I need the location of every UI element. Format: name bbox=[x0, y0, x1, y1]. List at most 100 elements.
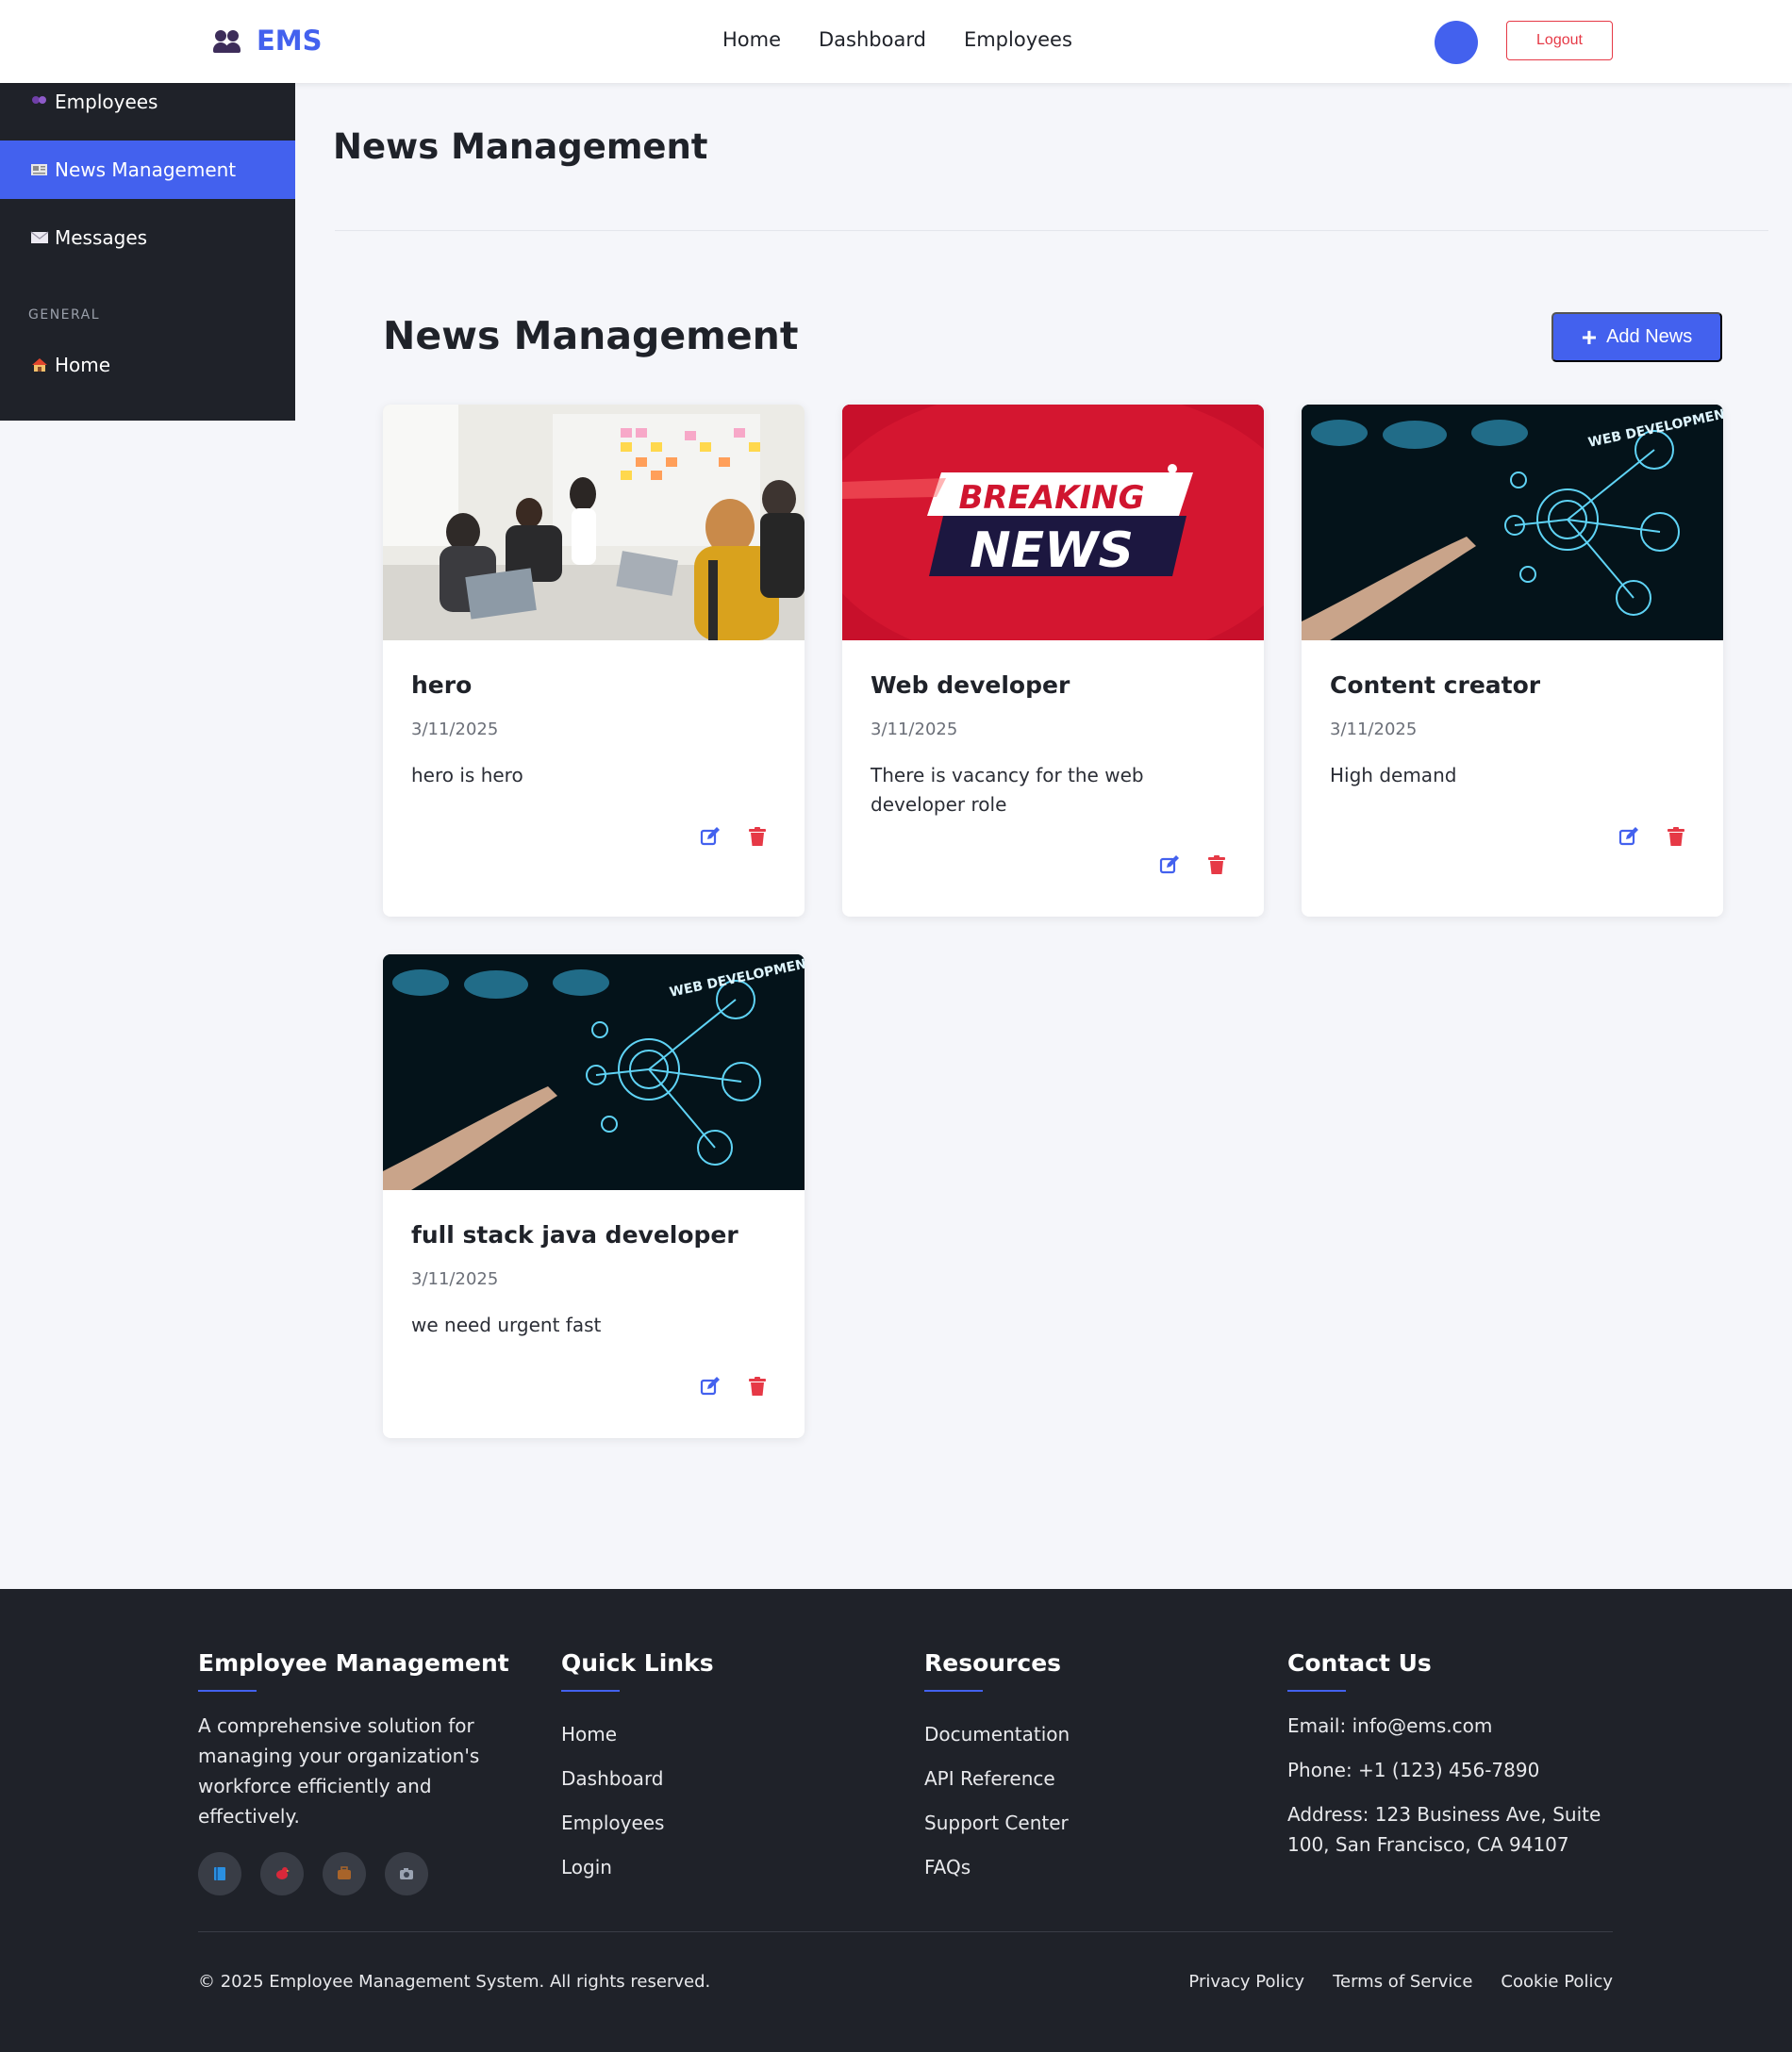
trash-icon[interactable] bbox=[746, 825, 769, 848]
main-nav: Home Dashboard Employees bbox=[722, 28, 1072, 51]
quick-links-list: Home Dashboard Employees Login bbox=[561, 1713, 714, 1890]
news-card: hero 3/11/2025 hero is hero bbox=[383, 405, 805, 917]
news-card: BREAKING NEWS Web developer 3/11/2025 Th… bbox=[842, 405, 1264, 917]
users-icon bbox=[211, 26, 243, 55]
logout-button[interactable]: Logout bbox=[1506, 21, 1613, 60]
contact-email: Email: info@ems.com bbox=[1287, 1714, 1493, 1737]
news-card: WEB DEVELOPMENT full stack java develope… bbox=[383, 954, 805, 1438]
sidebar-item-label: Messages bbox=[55, 226, 148, 249]
card-date: 3/11/2025 bbox=[871, 720, 958, 739]
bird-icon[interactable] bbox=[260, 1852, 304, 1895]
house-icon bbox=[32, 358, 47, 372]
card-description: hero is hero bbox=[411, 764, 523, 786]
trash-icon[interactable] bbox=[746, 1375, 769, 1398]
sidebar-item-label: Employees bbox=[55, 91, 158, 113]
brand-name: EMS bbox=[257, 25, 323, 57]
divider bbox=[335, 230, 1768, 231]
plus-icon: + bbox=[1581, 322, 1598, 352]
camera-icon[interactable] bbox=[385, 1852, 428, 1895]
card-date: 3/11/2025 bbox=[1330, 720, 1418, 739]
newspaper-icon bbox=[31, 164, 47, 175]
heading-underline bbox=[1287, 1690, 1346, 1692]
footer-heading: Quick Links bbox=[561, 1649, 714, 1677]
card-actions bbox=[1618, 825, 1687, 848]
edit-icon[interactable] bbox=[1158, 853, 1181, 876]
card-title: hero bbox=[411, 671, 473, 699]
copyright: © 2025 Employee Management System. All r… bbox=[198, 1972, 711, 1992]
footer-link-dashboard[interactable]: Dashboard bbox=[561, 1757, 714, 1801]
web-development-image: WEB DEVELOPMENT bbox=[383, 954, 805, 1190]
sidebar-section-general: GENERAL bbox=[28, 307, 101, 323]
footer-link-documentation[interactable]: Documentation bbox=[924, 1713, 1070, 1757]
card-date: 3/11/2025 bbox=[411, 1269, 499, 1289]
footer-heading: Resources bbox=[924, 1649, 1062, 1677]
resources-list: Documentation API Reference Support Cent… bbox=[924, 1713, 1070, 1890]
terms-of-service-link[interactable]: Terms of Service bbox=[1333, 1972, 1472, 1992]
sidebar-item-home[interactable]: Home bbox=[0, 336, 295, 394]
card-title: Web developer bbox=[871, 671, 1070, 699]
book-icon[interactable] bbox=[198, 1852, 241, 1895]
legal-links: Privacy Policy Terms of Service Cookie P… bbox=[1188, 1972, 1613, 1992]
sidebar-item-messages[interactable]: Messages bbox=[0, 208, 295, 267]
footer: Employee Management A comprehensive solu… bbox=[0, 1589, 1792, 2052]
footer-link-faqs[interactable]: FAQs bbox=[924, 1845, 1070, 1890]
card-title: Content creator bbox=[1330, 671, 1541, 699]
trash-icon[interactable] bbox=[1205, 853, 1228, 876]
briefcase-icon[interactable] bbox=[323, 1852, 366, 1895]
contact-phone: Phone: +1 (123) 456-7890 bbox=[1287, 1759, 1540, 1781]
web-development-image: WEB DEVELOPMENT bbox=[1302, 405, 1723, 640]
add-news-button[interactable]: + Add News bbox=[1551, 312, 1722, 362]
heading-underline bbox=[561, 1690, 620, 1692]
card-title: full stack java developer bbox=[411, 1221, 738, 1249]
edit-icon[interactable] bbox=[699, 1375, 722, 1398]
footer-about: Employee Management A comprehensive solu… bbox=[198, 1649, 509, 1895]
footer-divider bbox=[198, 1931, 1613, 1932]
breaking-news-image: BREAKING NEWS bbox=[842, 405, 1264, 640]
card-description: High demand bbox=[1330, 764, 1457, 786]
footer-link-employees[interactable]: Employees bbox=[561, 1801, 714, 1845]
envelope-icon bbox=[30, 231, 49, 243]
edit-icon[interactable] bbox=[699, 825, 722, 848]
add-news-label: Add News bbox=[1606, 326, 1693, 347]
footer-link-home[interactable]: Home bbox=[561, 1713, 714, 1757]
office-meeting-image bbox=[383, 405, 805, 640]
people-icon bbox=[32, 96, 46, 104]
social-links bbox=[198, 1852, 509, 1895]
nav-dashboard-link[interactable]: Dashboard bbox=[819, 28, 926, 51]
card-actions bbox=[1158, 853, 1228, 876]
image-text: NEWS bbox=[970, 522, 1134, 579]
footer-heading: Employee Management bbox=[198, 1649, 509, 1677]
sidebar-item-news-management[interactable]: News Management bbox=[0, 141, 295, 199]
trash-icon[interactable] bbox=[1665, 825, 1687, 848]
cookie-policy-link[interactable]: Cookie Policy bbox=[1501, 1972, 1613, 1992]
heading-underline bbox=[198, 1690, 257, 1692]
nav-employees-link[interactable]: Employees bbox=[964, 28, 1072, 51]
footer-link-login[interactable]: Login bbox=[561, 1845, 714, 1890]
heading-underline bbox=[924, 1690, 983, 1692]
news-card: WEB DEVELOPMENT Content creator 3/11/202… bbox=[1302, 405, 1723, 917]
card-actions bbox=[699, 1375, 769, 1398]
sidebar-item-label: Home bbox=[55, 354, 111, 376]
sidebar-item-label: News Management bbox=[55, 158, 237, 181]
footer-resources: Resources Documentation API Reference Su… bbox=[924, 1649, 1070, 1890]
nav-home-link[interactable]: Home bbox=[722, 28, 781, 51]
footer-link-support-center[interactable]: Support Center bbox=[924, 1801, 1070, 1845]
sidebar-item-employees[interactable]: Employees bbox=[0, 83, 295, 121]
footer-description: A comprehensive solution for managing yo… bbox=[198, 1714, 480, 1828]
footer-heading: Contact Us bbox=[1287, 1649, 1432, 1677]
section-title: News Management bbox=[383, 313, 799, 358]
page-title: News Management bbox=[333, 126, 708, 167]
card-date: 3/11/2025 bbox=[411, 720, 499, 739]
card-description: There is vacancy for the web developer r… bbox=[871, 764, 1144, 816]
avatar[interactable] bbox=[1435, 21, 1478, 64]
card-actions bbox=[699, 825, 769, 848]
edit-icon[interactable] bbox=[1618, 825, 1640, 848]
sidebar: Employees News Management Messages GENER… bbox=[0, 83, 295, 421]
footer-contact: Contact Us Email: info@ems.com Phone: +1… bbox=[1287, 1649, 1613, 1874]
image-text: BREAKING bbox=[959, 479, 1145, 517]
footer-link-api-reference[interactable]: API Reference bbox=[924, 1757, 1070, 1801]
privacy-policy-link[interactable]: Privacy Policy bbox=[1188, 1972, 1304, 1992]
footer-quick-links: Quick Links Home Dashboard Employees Log… bbox=[561, 1649, 714, 1890]
card-description: we need urgent fast bbox=[411, 1314, 602, 1336]
brand[interactable]: EMS bbox=[211, 25, 323, 57]
